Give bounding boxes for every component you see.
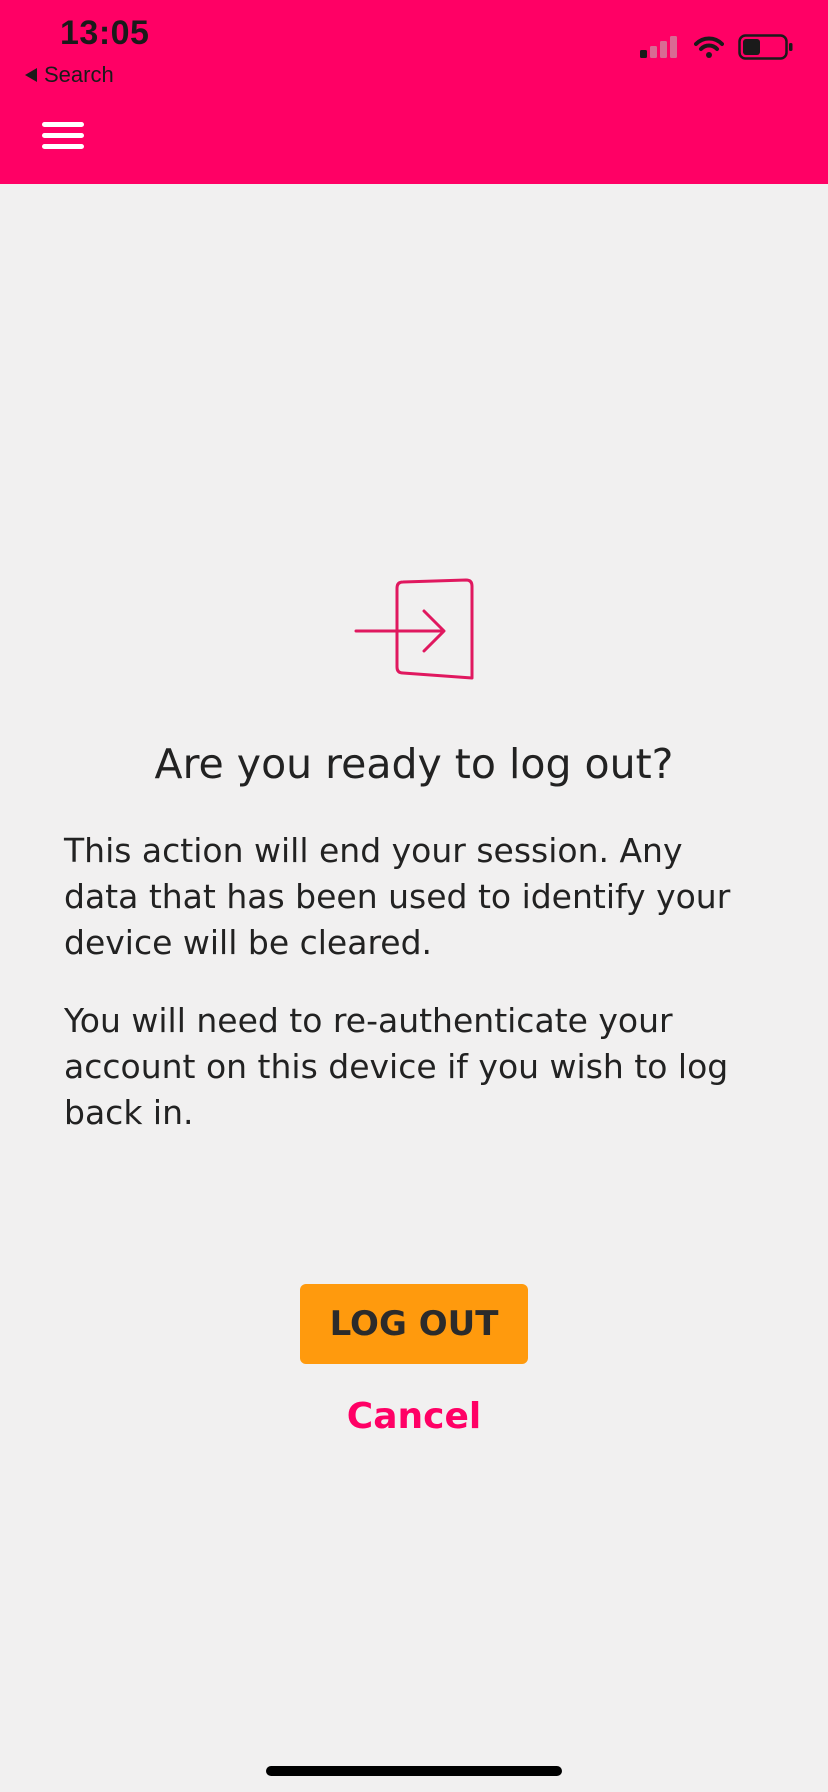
dialog-paragraph-reauth: You will need to re-authenticate your ac… — [64, 1001, 729, 1132]
battery-icon — [738, 34, 793, 60]
status-icons — [640, 34, 794, 60]
hamburger-menu-icon[interactable] — [40, 118, 86, 154]
back-arrow-icon — [25, 68, 37, 82]
back-to-search-link[interactable]: Search — [24, 62, 114, 88]
back-link-label: Search — [44, 62, 114, 87]
home-indicator[interactable] — [266, 1766, 562, 1776]
wifi-icon — [694, 36, 724, 58]
dialog-paragraph-session: This action will end your session. Any d… — [64, 831, 731, 962]
app-header: 13:05 Search — [0, 0, 828, 184]
dialog-title: Are you ready to log out? — [154, 740, 674, 788]
cancel-button[interactable]: Cancel — [0, 1396, 828, 1437]
cellular-signal-icon — [640, 36, 677, 58]
logout-door-icon — [354, 578, 474, 680]
logout-button[interactable]: LOG OUT — [300, 1284, 528, 1364]
status-time: 13:05 — [60, 14, 150, 52]
